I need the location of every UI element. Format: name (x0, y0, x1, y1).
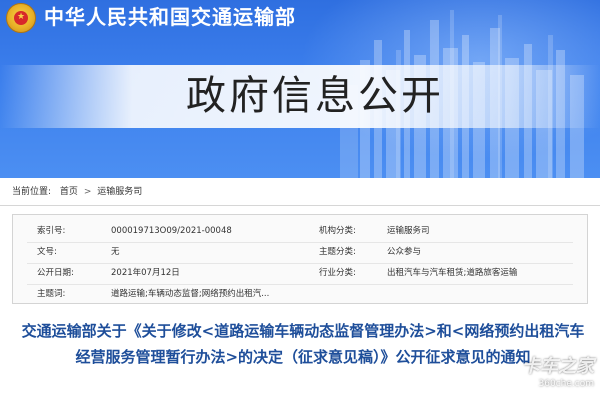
industry-category-value: 出租汽车与汽车租赁;道路旅客运输 (387, 268, 518, 278)
organization-category-label: 机构分类: (319, 226, 356, 236)
info-row: 索引号: 000019713O09/2021-00048 机构分类: 运输服务司 (13, 222, 587, 240)
keywords-value: 道路运输;车辆动态监督;网络预约出租汽... (111, 289, 270, 299)
publish-date-label: 公开日期: (37, 268, 74, 278)
breadcrumb: 当前位置: 首页 > 运输服务司 (12, 184, 142, 200)
index-number-value: 000019713O09/2021-00048 (111, 226, 232, 236)
breadcrumb-home-link[interactable]: 首页 (60, 187, 78, 197)
breadcrumb-prefix: 当前位置: (12, 187, 52, 197)
document-number-value: 无 (111, 247, 120, 257)
breadcrumb-divider (0, 205, 600, 206)
site-banner: ★ 中华人民共和国交通运输部 政府信息公开 (0, 0, 600, 178)
breadcrumb-department-link[interactable]: 运输服务司 (97, 187, 142, 197)
national-emblem-icon: ★ (6, 3, 36, 33)
keywords-label: 主题词: (37, 289, 66, 299)
site-watermark: 卡车之家 360che.com (494, 356, 594, 396)
info-row: 文号: 无 主题分类: 公众参与 (13, 243, 587, 261)
document-number-label: 文号: (37, 247, 57, 257)
info-row: 公开日期: 2021年07月12日 行业分类: 出租汽车与汽车租赁;道路旅客运输 (13, 264, 587, 282)
topic-category-label: 主题分类: (319, 247, 356, 257)
watermark-url: 360che.com (538, 379, 594, 389)
index-number-label: 索引号: (37, 226, 66, 236)
organization-category-value: 运输服务司 (387, 226, 430, 236)
watermark-logo-text: 卡车之家 (522, 356, 594, 377)
info-row: 主题词: 道路运输;车辆动态监督;网络预约出租汽... (13, 285, 587, 303)
ministry-name: 中华人民共和国交通运输部 (44, 5, 296, 29)
document-info-table: 索引号: 000019713O09/2021-00048 机构分类: 运输服务司… (12, 214, 588, 304)
breadcrumb-separator: > (83, 187, 92, 197)
publish-date-value: 2021年07月12日 (111, 268, 180, 278)
topic-category-value: 公众参与 (387, 247, 422, 257)
industry-category-label: 行业分类: (319, 268, 356, 278)
section-title: 政府信息公开 (186, 73, 444, 119)
